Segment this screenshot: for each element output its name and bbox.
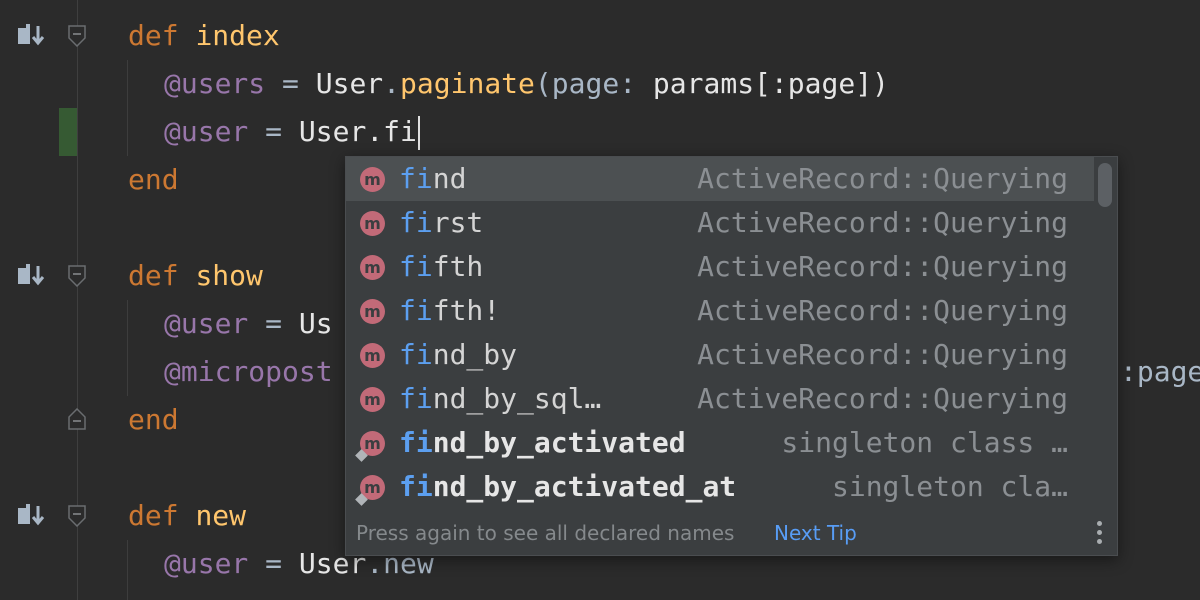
- completion-item-location: ActiveRecord::Querying: [697, 162, 1068, 195]
- method-kind-icon: m: [360, 387, 385, 412]
- completion-item-location: ActiveRecord::Querying: [697, 294, 1068, 327]
- code-line-current-edit[interactable]: @user = User.fi: [164, 108, 420, 156]
- method-override-icon[interactable]: [16, 24, 48, 48]
- method-kind-icon: m: [360, 299, 385, 324]
- completion-item-location: ActiveRecord::Querying: [697, 250, 1068, 283]
- indent-guide: [127, 300, 128, 396]
- fold-collapse-icon[interactable]: [68, 505, 86, 528]
- method-kind-icon: m: [360, 167, 385, 192]
- completion-item-first[interactable]: m first ActiveRecord::Querying: [346, 201, 1094, 245]
- code-line-def-new[interactable]: def new: [128, 492, 246, 540]
- completion-item-fifth[interactable]: m fifth ActiveRecord::Querying: [346, 245, 1094, 289]
- more-options-icon[interactable]: [1097, 521, 1103, 547]
- code-line-def-show[interactable]: def show: [128, 252, 263, 300]
- completion-popup[interactable]: m find ActiveRecord::Querying m first Ac…: [345, 156, 1118, 556]
- completion-list[interactable]: m find ActiveRecord::Querying m first Ac…: [346, 157, 1094, 509]
- completion-item-name: find_by_sql…: [399, 382, 602, 415]
- completion-item-location: ActiveRecord::Querying: [697, 338, 1068, 371]
- method-kind-icon: m: [360, 255, 385, 280]
- code-line-end[interactable]: end: [128, 396, 179, 444]
- completion-item-name: fifth: [399, 250, 484, 283]
- text-caret: [417, 116, 420, 150]
- footer-hint: Press again to see all declared names: [356, 521, 735, 545]
- completion-item-find-by-activated-at[interactable]: m find_by_activated_at singleton cla…: [346, 465, 1094, 509]
- indent-guide: [127, 60, 128, 156]
- completion-item-location: singleton class …: [781, 426, 1068, 459]
- method-kind-icon: m: [360, 343, 385, 368]
- code-line-users-paginate[interactable]: @users = User.paginate(page: params[:pag…: [164, 60, 889, 108]
- completion-item-name: find_by: [399, 338, 518, 371]
- fold-end-icon[interactable]: [68, 407, 86, 430]
- code-line-def-index[interactable]: def index: [128, 12, 280, 60]
- completion-item-name: find: [399, 162, 467, 195]
- next-tip-link[interactable]: Next Tip: [774, 511, 857, 555]
- code-line-microposts-tail[interactable]: :page: [1120, 348, 1200, 396]
- fold-collapse-icon[interactable]: [68, 265, 86, 288]
- completion-item-find-by-sql[interactable]: m find_by_sql… ActiveRecord::Querying: [346, 377, 1094, 421]
- completion-item-find-by[interactable]: m find_by ActiveRecord::Querying: [346, 333, 1094, 377]
- code-line-end[interactable]: end: [128, 156, 179, 204]
- method-override-icon[interactable]: [16, 264, 48, 288]
- indent-guide: [127, 540, 128, 600]
- completion-item-find-by-activated[interactable]: m find_by_activated singleton class …: [346, 421, 1094, 465]
- method-kind-icon: m: [360, 211, 385, 236]
- code-line-microposts[interactable]: @micropost: [164, 348, 333, 396]
- completion-scrollbar[interactable]: [1093, 157, 1117, 513]
- completion-item-fifth-bang[interactable]: m fifth! ActiveRecord::Querying: [346, 289, 1094, 333]
- completion-item-name: find_by_activated: [399, 426, 686, 459]
- completion-item-name: fifth!: [399, 294, 501, 327]
- completion-item-name: find_by_activated_at: [399, 470, 737, 503]
- fold-collapse-icon[interactable]: [68, 25, 86, 48]
- completion-item-location: ActiveRecord::Querying: [697, 382, 1068, 415]
- completion-item-location: singleton cla…: [831, 470, 1068, 503]
- completion-footer: Press again to see all declared names Ne…: [346, 511, 1117, 555]
- completion-item-find[interactable]: m find ActiveRecord::Querying: [346, 157, 1094, 201]
- changed-line-marker: [59, 108, 77, 156]
- scrollbar-thumb[interactable]: [1098, 163, 1112, 207]
- method-override-icon[interactable]: [16, 504, 48, 528]
- code-line-show-user[interactable]: @user = Us: [164, 300, 333, 348]
- completion-item-name: first: [399, 206, 484, 239]
- completion-item-location: ActiveRecord::Querying: [697, 206, 1068, 239]
